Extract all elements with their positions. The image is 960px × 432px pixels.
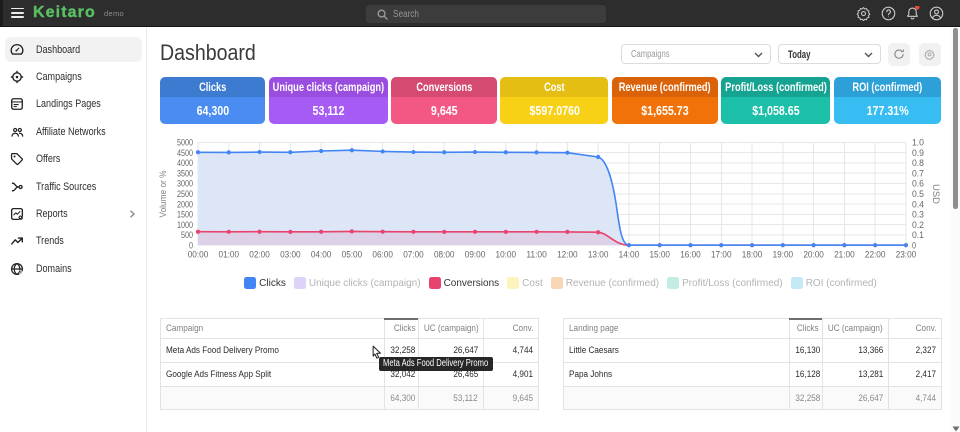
svg-text:08:00: 08:00 <box>434 249 455 260</box>
svg-text:Volume or %: Volume or % <box>158 171 168 218</box>
svg-text:3000: 3000 <box>177 178 193 189</box>
svg-text:0.5: 0.5 <box>912 188 924 199</box>
svg-text:23:00: 23:00 <box>896 249 917 260</box>
svg-text:09:00: 09:00 <box>465 249 486 260</box>
svg-text:07:00: 07:00 <box>403 249 424 260</box>
svg-text:0.2: 0.2 <box>912 219 924 230</box>
svg-text:16:00: 16:00 <box>680 249 701 260</box>
svg-text:20:00: 20:00 <box>803 249 824 260</box>
svg-text:01:00: 01:00 <box>219 249 240 260</box>
svg-text:4500: 4500 <box>177 147 193 158</box>
svg-text:1.0: 1.0 <box>912 137 924 148</box>
svg-text:0.9: 0.9 <box>912 147 924 158</box>
svg-text:0.4: 0.4 <box>912 198 924 209</box>
svg-text:05:00: 05:00 <box>342 249 363 260</box>
svg-text:13:00: 13:00 <box>588 249 609 260</box>
svg-text:02:00: 02:00 <box>249 249 270 260</box>
svg-text:0.3: 0.3 <box>912 209 924 220</box>
svg-text:0.6: 0.6 <box>912 178 924 189</box>
svg-text:00:00: 00:00 <box>188 249 209 260</box>
svg-text:11:00: 11:00 <box>526 249 547 260</box>
svg-text:18:00: 18:00 <box>742 249 763 260</box>
svg-text:17:00: 17:00 <box>711 249 732 260</box>
svg-text:2000: 2000 <box>177 198 193 209</box>
svg-text:2500: 2500 <box>177 188 193 199</box>
svg-text:0.1: 0.1 <box>912 229 924 240</box>
svg-text:0.7: 0.7 <box>912 167 924 178</box>
svg-text:4000: 4000 <box>177 157 193 168</box>
svg-text:USD: USD <box>931 184 941 204</box>
svg-text:0.8: 0.8 <box>912 157 924 168</box>
svg-text:14:00: 14:00 <box>619 249 640 260</box>
svg-text:12:00: 12:00 <box>557 249 578 260</box>
svg-text:03:00: 03:00 <box>280 249 301 260</box>
svg-text:3500: 3500 <box>177 167 193 178</box>
svg-text:1000: 1000 <box>177 219 193 230</box>
svg-text:06:00: 06:00 <box>372 249 393 260</box>
svg-text:500: 500 <box>181 229 193 240</box>
svg-text:10:00: 10:00 <box>496 249 517 260</box>
svg-text:22:00: 22:00 <box>865 249 886 260</box>
svg-text:19:00: 19:00 <box>773 249 794 260</box>
svg-text:15:00: 15:00 <box>649 249 670 260</box>
svg-text:1500: 1500 <box>177 209 193 220</box>
svg-text:5000: 5000 <box>177 137 193 148</box>
svg-text:04:00: 04:00 <box>311 249 332 260</box>
svg-text:21:00: 21:00 <box>834 249 855 260</box>
